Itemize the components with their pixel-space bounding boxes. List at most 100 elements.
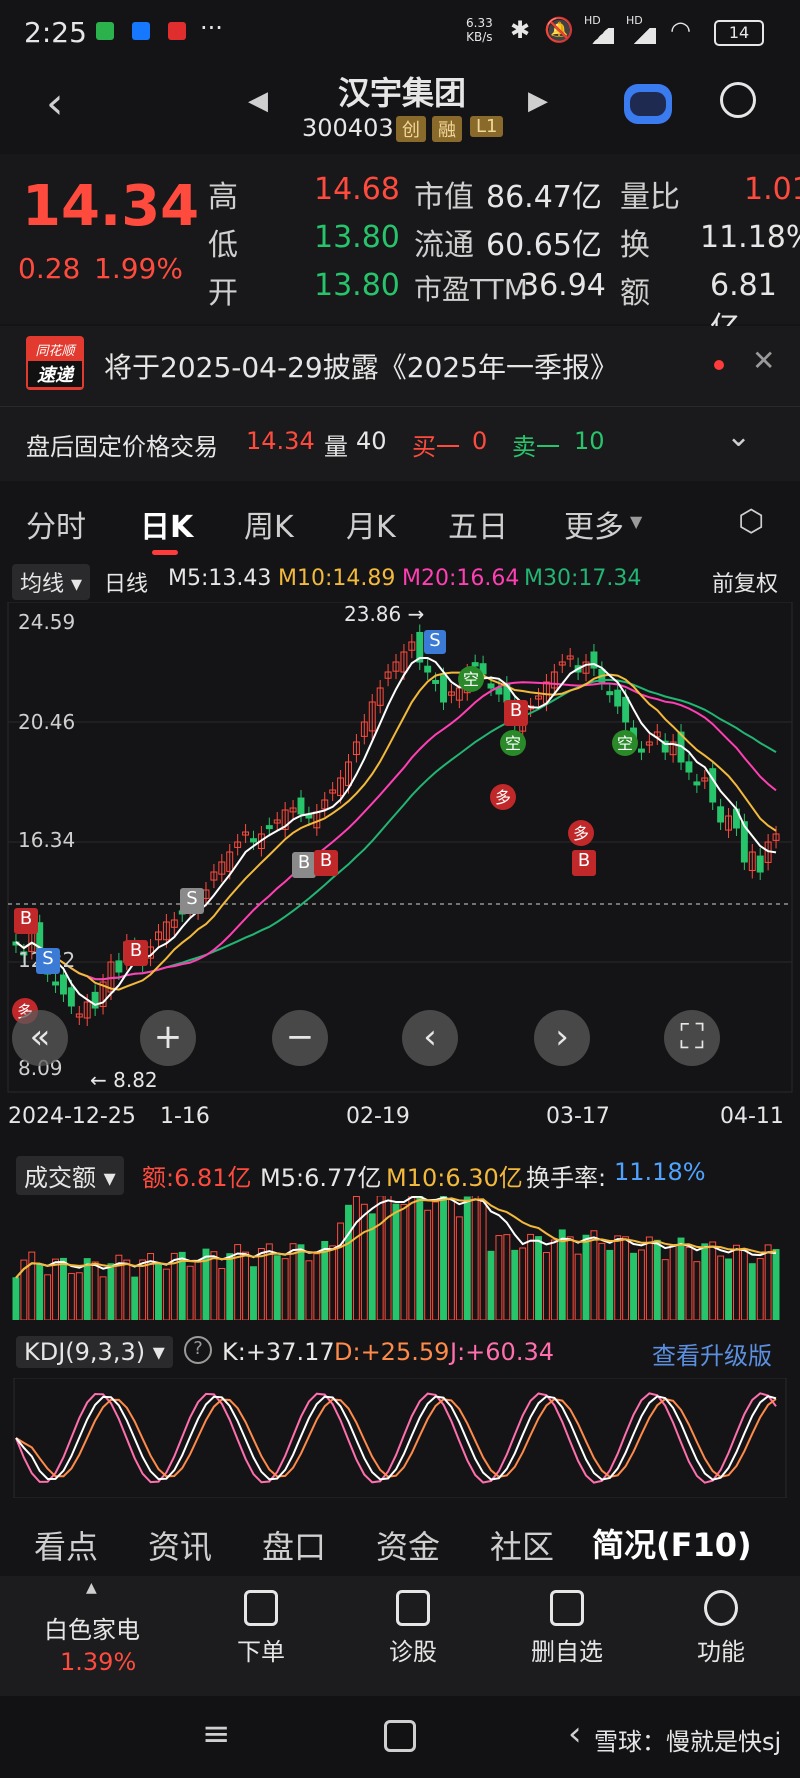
help-icon[interactable]: ? [184, 1336, 212, 1364]
tab-more[interactable]: 更多 [564, 502, 624, 546]
volume-bar [645, 1236, 653, 1321]
chevron-down-icon[interactable]: ⌄ [726, 419, 751, 454]
tab-weekly-k[interactable]: 周K [244, 502, 294, 546]
volume-bar [321, 1241, 329, 1321]
candle [637, 748, 645, 753]
close-icon[interactable]: ✕ [752, 344, 775, 377]
volume-bar [669, 1244, 677, 1321]
current-price: 14.34 [22, 174, 200, 239]
volume-bar [162, 1268, 170, 1321]
tab-orderbook[interactable]: 盘口 [262, 1522, 326, 1568]
zoom-out-icon[interactable]: − [272, 1010, 328, 1066]
high-marker: 23.86 → [344, 602, 425, 626]
y-label-3: 16.34 [18, 828, 76, 852]
kdj-j: J:+60.34 [450, 1338, 554, 1366]
tab-daily-k[interactable]: 日K [140, 502, 193, 546]
volume-selector[interactable]: 成交额 ▾ [16, 1156, 124, 1195]
tab-news[interactable]: 资讯 [148, 1522, 212, 1568]
place-order-button[interactable]: 下单 [206, 1590, 316, 1667]
volume-bar [764, 1244, 772, 1321]
search-icon[interactable] [720, 82, 756, 118]
volume-bar [194, 1261, 202, 1321]
scroll-left-icon[interactable]: ‹ [402, 1010, 458, 1066]
zoom-in-icon[interactable]: + [140, 1010, 196, 1066]
menu-icon[interactable]: ≡ [202, 1714, 231, 1754]
adjust-mode[interactable]: 前复权 [712, 566, 778, 598]
remove-watchlist-button[interactable]: 删自选 [512, 1590, 622, 1667]
upgrade-link[interactable]: 查看升级版 [652, 1336, 772, 1371]
badge-chuang: 创 [396, 116, 426, 142]
candle [685, 761, 693, 773]
volume-bar [289, 1243, 297, 1321]
tab-five-day[interactable]: 五日 [448, 502, 508, 546]
candle [614, 689, 622, 707]
tab-intraday[interactable]: 分时 [26, 502, 86, 546]
volume-bar [463, 1196, 471, 1321]
volume-bar [471, 1189, 479, 1321]
turnover-rate-value: 11.18% [614, 1158, 706, 1186]
alipay-icon [132, 22, 150, 40]
collapse-left-icon[interactable]: « [12, 1010, 68, 1066]
long-signal-tag: 多 [490, 784, 516, 810]
fullscreen-icon[interactable]: ⛶ [664, 1010, 720, 1066]
settings-hexagon-icon[interactable]: ⬡ [738, 504, 764, 539]
next-stock-icon[interactable]: ▶ [528, 86, 548, 116]
open-value: 13.80 [314, 268, 400, 303]
volume-bar [693, 1261, 701, 1321]
notice-banner[interactable]: 同花顺 速递 将于2025-04-29披露《2025年一季报》 ✕ [0, 326, 800, 406]
ma-selector[interactable]: 均线 ▾ [12, 564, 91, 600]
prev-stock-icon[interactable]: ◀ [248, 86, 268, 116]
sell-signal-tag: S [36, 948, 60, 974]
high-value: 14.68 [314, 172, 400, 207]
period-tabs: 分时 日K 周K 月K 五日 更多 ▼ ⬡ [0, 480, 800, 560]
candle [693, 781, 701, 786]
volume-m5: M5:6.77亿 [260, 1164, 382, 1192]
tab-community[interactable]: 社区 [490, 1522, 554, 1568]
hd-label-2: HD [626, 14, 643, 27]
volume-bar [487, 1250, 495, 1321]
diagnose-button[interactable]: 诊股 [358, 1590, 468, 1667]
tab-monthly-k[interactable]: 月K [346, 502, 396, 546]
signal-icon [586, 28, 614, 44]
tab-f10[interactable]: 简况(F10) [592, 1520, 752, 1566]
candle [115, 960, 123, 973]
volume-bar [725, 1258, 732, 1321]
volume-bar [455, 1216, 463, 1321]
back-icon[interactable]: ‹ [568, 1714, 582, 1754]
sell-signal-tag: S [180, 888, 204, 914]
tab-funds[interactable]: 资金 [376, 1522, 440, 1568]
status-bar: 2:25 ··· 6.33 KB/s ✱ 🔕 HD HD ◠ 14 [0, 0, 800, 66]
volume-bar [305, 1260, 313, 1321]
back-arrow-icon[interactable]: ‹ [46, 78, 64, 129]
kdj-chart[interactable] [0, 1377, 800, 1499]
sector-name[interactable]: 白色家电 [44, 1610, 140, 1645]
buy-signal-tag: B [314, 850, 338, 876]
tab-highlights[interactable]: 看点 [34, 1522, 98, 1568]
candle [709, 768, 717, 803]
market-cap-label: 市值 [414, 180, 474, 215]
volume-bar [226, 1253, 234, 1321]
watermark: 雪球：慢就是快sj [594, 1728, 782, 1756]
volume-bar [60, 1257, 67, 1321]
turnover-value: 11.18% [700, 220, 800, 255]
candle [297, 797, 305, 815]
home-icon[interactable] [384, 1720, 416, 1752]
sector-pct: 1.39% [60, 1648, 137, 1676]
volume-bar [329, 1245, 337, 1321]
volume-bar [590, 1230, 598, 1321]
volume-bar [408, 1189, 416, 1321]
scroll-right-icon[interactable]: › [534, 1010, 590, 1066]
kdj-selector[interactable]: KDJ(9,3,3) ▾ [16, 1336, 173, 1368]
volume-chart[interactable] [0, 1189, 800, 1321]
functions-button[interactable]: 功能 [666, 1590, 776, 1667]
sell-signal-tag: S [424, 630, 446, 654]
volume-bar [772, 1249, 780, 1321]
robot-assistant-icon[interactable] [624, 84, 672, 124]
after-hours-bar[interactable]: 盘后固定价格交易 14.34 量 40 买一 0 卖一 10 ⌄ [0, 406, 800, 481]
volume-bar [701, 1243, 709, 1321]
market-cap-value: 86.47亿 [486, 180, 602, 215]
volume-ratio-label: 量比 [620, 180, 680, 215]
volume-ratio-value: 1.01 [744, 172, 800, 207]
kline-chart[interactable]: 24.59 20.46 16.34 12.22 8.09 23.86 → ← 8… [0, 602, 800, 1142]
volume-bar [542, 1251, 550, 1321]
